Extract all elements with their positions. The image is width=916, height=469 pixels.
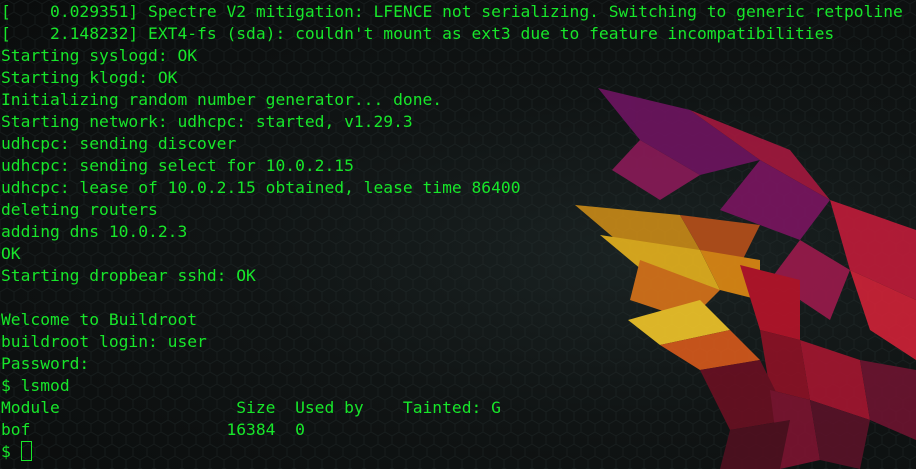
terminal-line: deleting routers bbox=[1, 200, 158, 219]
terminal-output[interactable]: [ 0.029351] Spectre V2 mitigation: LFENC… bbox=[1, 1, 915, 468]
terminal-line: Starting dropbear sshd: OK bbox=[1, 266, 256, 285]
terminal-line: adding dns 10.0.2.3 bbox=[1, 222, 188, 241]
text-cursor[interactable] bbox=[20, 441, 32, 461]
command-prompt-line[interactable]: $ bbox=[1, 441, 915, 463]
terminal-line: Welcome to Buildroot bbox=[1, 310, 198, 329]
terminal-line: [ 2.148232] EXT4-fs (sda): couldn't moun… bbox=[1, 24, 835, 43]
terminal-line: OK bbox=[1, 244, 21, 263]
terminal-line: $ lsmod bbox=[1, 376, 70, 395]
terminal-line: buildroot login: user bbox=[1, 332, 207, 351]
terminal-line: bof 16384 0 bbox=[1, 420, 305, 439]
terminal-line: Initializing random number generator... … bbox=[1, 90, 443, 109]
terminal-line: Starting network: udhcpc: started, v1.29… bbox=[1, 112, 413, 131]
terminal-line: Password: bbox=[1, 354, 90, 373]
shell-prompt: $ bbox=[1, 442, 21, 461]
console-screen: [ 0.029351] Spectre V2 mitigation: LFENC… bbox=[0, 0, 916, 469]
terminal-line: [ 0.029351] Spectre V2 mitigation: LFENC… bbox=[1, 2, 903, 21]
terminal-line: Module Size Used by Tainted: G bbox=[1, 398, 501, 417]
terminal-line: Starting syslogd: OK bbox=[1, 46, 198, 65]
terminal-line: udhcpc: lease of 10.0.2.15 obtained, lea… bbox=[1, 178, 521, 197]
terminal-line: udhcpc: sending discover bbox=[1, 134, 237, 153]
terminal-line: Starting klogd: OK bbox=[1, 68, 178, 87]
terminal-line: udhcpc: sending select for 10.0.2.15 bbox=[1, 156, 354, 175]
